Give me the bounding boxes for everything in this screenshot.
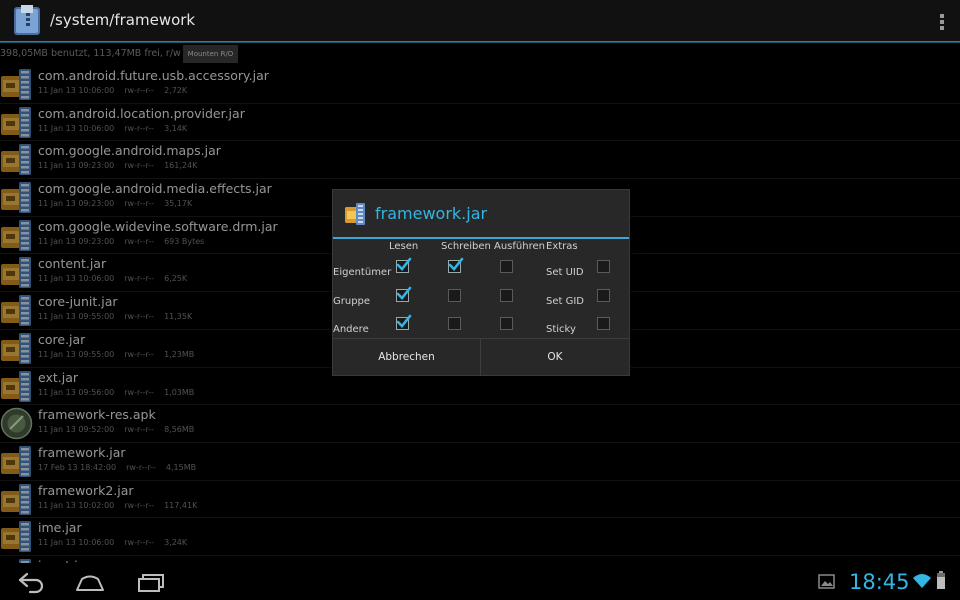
extra-permission-label: Set UID — [546, 267, 584, 278]
extra-permission-label: Sticky — [546, 324, 576, 335]
read-checkbox[interactable] — [396, 286, 412, 302]
action-bar: /system/framework — [0, 0, 960, 43]
extra-permission-label: Set GID — [546, 296, 584, 307]
dialog-header: framework.jar — [333, 190, 629, 239]
system-navigation-bar: 18:45 — [0, 564, 960, 600]
permission-row-label: Eigentümer — [333, 267, 392, 278]
extra-checkbox[interactable] — [597, 289, 610, 302]
extra-checkbox[interactable] — [597, 317, 610, 330]
permission-row-label: Andere — [333, 324, 369, 335]
execute-checkbox[interactable] — [500, 260, 513, 273]
overflow-menu-icon[interactable] — [938, 12, 946, 32]
status-clock[interactable]: 18:45 — [849, 570, 910, 594]
column-write-label: Schreiben — [441, 241, 491, 252]
execute-checkbox[interactable] — [500, 317, 513, 330]
column-extras-label: Extras — [546, 241, 578, 252]
home-icon[interactable] — [74, 570, 106, 594]
dialog-buttons: Abbrechen OK — [333, 338, 629, 376]
column-read-label: Lesen — [389, 241, 419, 252]
permissions-dialog: framework.jar Lesen Schreiben Ausführen … — [332, 189, 630, 376]
current-path: /system/framework — [50, 11, 196, 29]
app-icon[interactable] — [12, 3, 44, 37]
write-checkbox[interactable] — [448, 317, 461, 330]
execute-checkbox[interactable] — [500, 289, 513, 302]
write-checkbox[interactable] — [448, 257, 464, 273]
cancel-button[interactable]: Abbrechen — [333, 339, 481, 376]
column-execute-label: Ausführen — [494, 241, 545, 252]
battery-icon — [937, 571, 945, 589]
write-checkbox[interactable] — [448, 289, 461, 302]
wifi-icon — [913, 574, 931, 588]
read-checkbox[interactable] — [396, 314, 412, 330]
screenshot-notification-icon[interactable] — [818, 574, 836, 590]
jar-archive-icon — [345, 203, 365, 225]
read-checkbox[interactable] — [396, 257, 412, 273]
permission-row-label: Gruppe — [333, 296, 371, 307]
extra-checkbox[interactable] — [597, 260, 610, 273]
back-icon[interactable] — [16, 570, 46, 594]
recent-apps-icon[interactable] — [136, 570, 166, 594]
dialog-title: framework.jar — [375, 204, 488, 223]
ok-button[interactable]: OK — [481, 339, 629, 376]
